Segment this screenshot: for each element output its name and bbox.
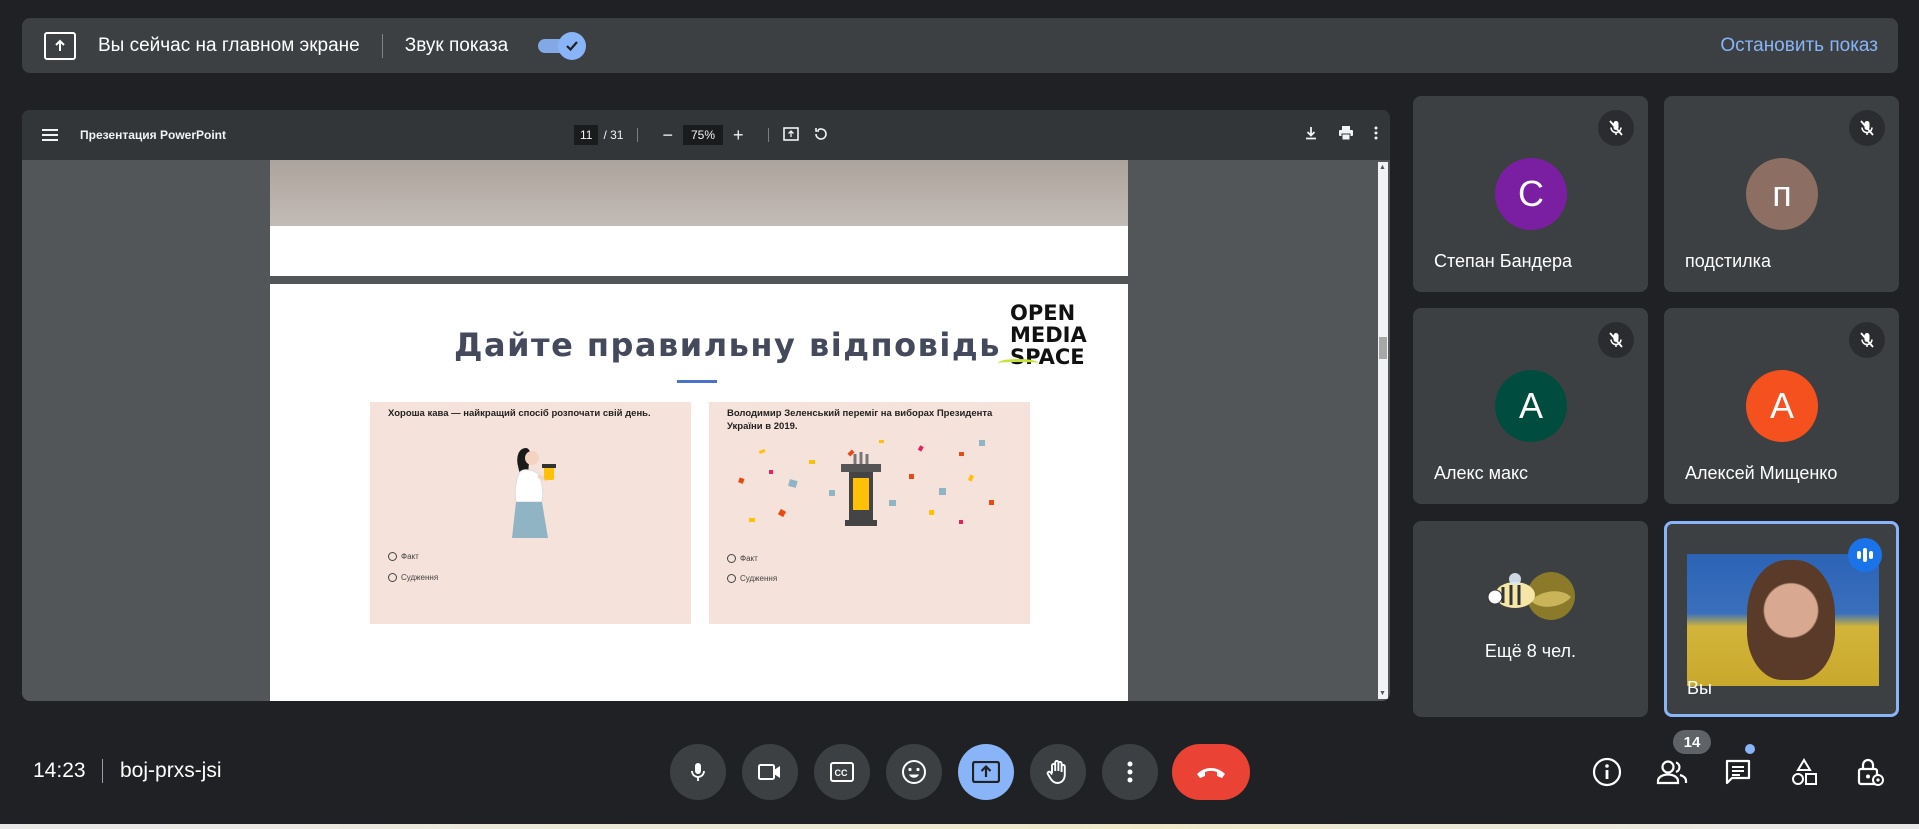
avatar: А	[1746, 370, 1818, 442]
mic-off-icon	[1849, 110, 1885, 146]
page-controls: 11 / 31 − 75% +	[574, 110, 829, 160]
question-text: Хороша кава — найкращий спосіб розпочати…	[388, 408, 651, 419]
option-fact[interactable]: Факт	[727, 554, 758, 563]
mic-button[interactable]	[670, 744, 726, 800]
avatar: п	[1746, 158, 1818, 230]
more-participants-label: Ещё 8 чел.	[1484, 641, 1577, 661]
meeting-code: boj-prxs-jsi	[120, 759, 222, 782]
emoji-icon	[902, 760, 926, 784]
participant-name: Алекс макс	[1434, 463, 1529, 483]
raise-hand-icon	[1046, 760, 1066, 784]
participant-name: Алексей Мищенко	[1685, 463, 1838, 483]
clock: 14:23	[33, 759, 86, 782]
camera-icon	[758, 764, 780, 780]
rotate-icon[interactable]	[813, 126, 829, 145]
avatar: А	[1495, 370, 1567, 442]
zoom-in-button[interactable]: +	[733, 125, 744, 146]
avatar: С	[1495, 158, 1567, 230]
open-media-space-logo: OPEN MEDIA SPACE	[998, 302, 1087, 368]
title-underline	[677, 380, 717, 383]
presenting-status-text: Вы сейчас на главном экране	[98, 34, 360, 56]
mic-off-icon	[1598, 110, 1634, 146]
chat-icon	[1725, 759, 1751, 785]
people-icon	[1656, 760, 1688, 785]
end-call-icon	[1197, 768, 1225, 778]
bottom-toolbar: 14:23 boj-prxs-jsi CC 14	[0, 730, 1919, 810]
avatar-group	[1487, 572, 1575, 620]
activities-icon	[1792, 758, 1817, 785]
more-participants-tile[interactable]: Ещё 8 чел.	[1413, 521, 1648, 717]
fit-page-icon[interactable]	[782, 126, 799, 144]
download-icon[interactable]	[1304, 126, 1318, 144]
raise-hand-button[interactable]	[1030, 744, 1086, 800]
info-icon	[1592, 757, 1622, 787]
present-screen-icon	[44, 31, 76, 60]
question-card: Володимир Зеленський переміг на виборах …	[709, 402, 1030, 624]
participant-tile[interactable]: А Алекс макс	[1413, 308, 1648, 504]
mic-icon	[691, 763, 705, 781]
podium-confetti-illustration	[738, 440, 994, 526]
people-button[interactable]	[1656, 756, 1688, 788]
document-title: Презентация PowerPoint	[80, 128, 227, 142]
slide-title: Дайте правильну відповідь	[454, 326, 1001, 364]
mic-off-icon	[1849, 322, 1885, 358]
pdf-toolbar: Презентация PowerPoint 11 / 31 − 75% +	[22, 110, 1390, 160]
pdf-viewer: Презентация PowerPoint 11 / 31 − 75% + Д…	[22, 110, 1390, 701]
presentation-audio-toggle[interactable]	[536, 31, 587, 60]
participant-tile[interactable]: А Алексей Мищенко	[1664, 308, 1899, 504]
camera-button[interactable]	[742, 744, 798, 800]
activities-button[interactable]	[1788, 756, 1820, 788]
participant-name: Степан Бандера	[1434, 251, 1573, 271]
page-number-input[interactable]: 11	[574, 125, 599, 145]
pdf-scrollbar[interactable]: ▲ ▼	[1378, 162, 1388, 699]
option-opinion[interactable]: Судження	[727, 574, 777, 583]
more-options-icon	[1127, 761, 1133, 783]
chat-button[interactable]	[1722, 756, 1754, 788]
host-controls-icon	[1857, 758, 1884, 786]
participant-tile[interactable]: п подстилка	[1664, 96, 1899, 292]
captions-button[interactable]: CC	[814, 744, 870, 800]
taskbar-edge	[0, 824, 1919, 829]
page-total: / 31	[603, 128, 624, 142]
more-options-button[interactable]	[1102, 744, 1158, 800]
pdf-page-current: Дайте правильну відповідь OPEN MEDIA SPA…	[270, 284, 1128, 701]
stop-presenting-button[interactable]: Остановить показ	[1720, 35, 1878, 57]
more-vert-icon[interactable]	[1374, 126, 1378, 144]
captions-icon: CC	[830, 762, 854, 782]
woman-coffee-illustration	[512, 448, 556, 538]
present-button[interactable]	[958, 744, 1014, 800]
self-video	[1687, 554, 1879, 686]
option-opinion[interactable]: Судження	[388, 573, 438, 582]
divider	[381, 33, 383, 58]
participant-tile[interactable]: С Степан Бандера	[1413, 96, 1648, 292]
menu-icon[interactable]	[42, 129, 58, 141]
speaking-indicator-icon	[1848, 538, 1882, 572]
zoom-out-button[interactable]: −	[662, 125, 673, 146]
self-view-tile[interactable]: Вы	[1664, 521, 1899, 717]
presentation-audio-label: Звук показа	[404, 34, 509, 56]
leave-call-button[interactable]	[1172, 744, 1250, 800]
host-controls-button[interactable]	[1854, 756, 1886, 788]
svg-text:CC: CC	[835, 768, 848, 778]
presenting-banner: Вы сейчас на главном экране Звук показа …	[22, 18, 1898, 73]
option-fact[interactable]: Факт	[388, 552, 419, 561]
check-icon	[558, 31, 587, 60]
question-card: Хороша кава — найкращий спосіб розпочати…	[370, 402, 691, 624]
pdf-page-previous	[270, 160, 1128, 276]
self-name: Вы	[1687, 678, 1712, 698]
mic-off-icon	[1598, 322, 1634, 358]
zoom-input[interactable]: 75%	[683, 125, 724, 145]
participant-name: подстилка	[1685, 251, 1771, 271]
participant-count-badge: 14	[1673, 730, 1711, 754]
meeting-details-button[interactable]	[1591, 756, 1623, 788]
chat-notification-dot	[1745, 744, 1755, 754]
present-icon	[972, 761, 1000, 783]
print-icon[interactable]	[1338, 126, 1354, 144]
emoji-button[interactable]	[886, 744, 942, 800]
scrollbar-thumb[interactable]	[1379, 337, 1387, 359]
